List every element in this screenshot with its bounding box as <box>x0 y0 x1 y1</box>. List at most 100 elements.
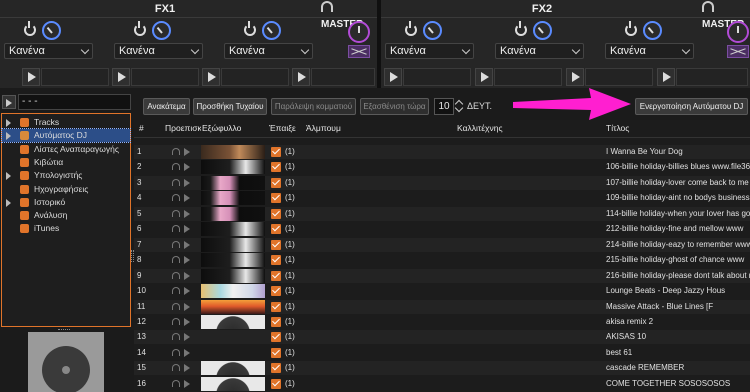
headphones-icon[interactable] <box>172 178 180 186</box>
tree-item[interactable]: Υπολογιστής <box>2 169 130 182</box>
col-header-cover[interactable]: Εξώφυλλο <box>202 123 241 133</box>
fx1-master-knob[interactable] <box>348 21 370 43</box>
enable-automix-button[interactable]: Ενεργοποίηση Αυτόματου DJ <box>635 98 748 115</box>
play-icon[interactable] <box>292 68 310 86</box>
table-row[interactable]: 16 (1) COME TOGETHER SOSOSOSOS <box>134 376 750 391</box>
play-icon[interactable] <box>184 302 190 311</box>
fx2-play-track-4[interactable] <box>676 68 748 86</box>
fx2-slot-2-knob[interactable] <box>533 21 552 40</box>
tree-item[interactable]: Αυτόματος DJ <box>1 128 131 144</box>
expand-arrow-icon[interactable] <box>6 198 11 207</box>
search-toggle-button[interactable] <box>2 95 16 109</box>
fx1-slot-2-knob[interactable] <box>152 21 171 40</box>
fx2-slot-1-knob[interactable] <box>423 21 442 40</box>
tree-item[interactable]: iTunes <box>2 222 130 235</box>
fade-seconds-input[interactable]: 10 <box>434 98 454 115</box>
played-checkbox[interactable] <box>271 363 281 374</box>
fx1-slot-2-select[interactable]: Κανένα <box>114 43 203 59</box>
col-header-artist[interactable]: Καλλιτέχνης <box>457 123 503 133</box>
play-icon[interactable] <box>184 317 190 326</box>
play-icon[interactable] <box>184 194 190 203</box>
fade-seconds-stepper[interactable] <box>454 98 464 115</box>
play-icon[interactable] <box>184 287 190 296</box>
fx1-play-track-3[interactable] <box>221 68 289 86</box>
play-icon[interactable] <box>384 68 402 86</box>
skip-track-button[interactable]: Παράλειψη κομματιού <box>271 98 356 115</box>
table-row[interactable]: 15 (1) cascade REMEMBER <box>134 361 750 376</box>
play-icon[interactable] <box>202 68 220 86</box>
add-random-button[interactable]: Προσθήκη Τυχαίου <box>193 98 267 115</box>
tree-item[interactable]: Tracks <box>2 116 130 129</box>
headphones-icon[interactable] <box>172 240 180 248</box>
fx2-master-knob[interactable] <box>727 21 749 43</box>
headphones-icon[interactable] <box>172 348 180 356</box>
fx2-master-route-icon[interactable] <box>727 45 749 58</box>
table-row[interactable]: 6 (1) 212-billie holiday-fine and mellow w… <box>134 222 750 237</box>
play-icon[interactable] <box>184 364 190 373</box>
headphones-icon[interactable] <box>172 209 180 217</box>
table-row[interactable]: 4 (1) 109-billie holiday-aint no bodys bus… <box>134 191 750 206</box>
play-icon[interactable] <box>184 256 190 265</box>
played-checkbox[interactable] <box>271 316 281 327</box>
headphones-icon[interactable] <box>172 256 180 264</box>
fx1-master-route-icon[interactable] <box>348 45 370 58</box>
table-row[interactable]: 2 (1) 106-billie holiday-billies blues www… <box>134 160 750 175</box>
power-icon[interactable] <box>515 21 527 36</box>
tree-item[interactable]: Ανάλυση <box>2 209 130 222</box>
table-row[interactable]: 9 (1) 216-billie holiday-please dont talk … <box>134 268 750 283</box>
headphones-icon[interactable] <box>172 302 180 310</box>
played-checkbox[interactable] <box>271 332 281 343</box>
played-checkbox[interactable] <box>271 193 281 204</box>
tree-item[interactable]: Κιβώτια <box>2 156 130 169</box>
headphones-icon[interactable] <box>172 287 180 295</box>
fx2-slot-1-select[interactable]: Κανένα <box>385 43 474 59</box>
table-row[interactable]: 12 (1) akisa remix 2 <box>134 314 750 329</box>
col-header-preview[interactable]: Προεπισκόπηση <box>165 123 201 133</box>
fx1-play-track-4[interactable] <box>311 68 375 86</box>
played-checkbox[interactable] <box>271 239 281 250</box>
power-icon[interactable] <box>24 21 36 36</box>
play-icon[interactable] <box>184 240 190 249</box>
headphones-icon[interactable] <box>172 333 180 341</box>
expand-arrow-icon[interactable] <box>6 132 11 141</box>
headphones-icon[interactable] <box>172 379 180 387</box>
played-checkbox[interactable] <box>271 177 281 188</box>
fx2-slot-3-select[interactable]: Κανένα <box>605 43 694 59</box>
fx2-slot-3-knob[interactable] <box>643 21 662 40</box>
expand-arrow-icon[interactable] <box>6 172 11 181</box>
tree-item[interactable]: Ηχογραφήσεις <box>2 183 130 196</box>
fx1-slot-3-select[interactable]: Κανένα <box>224 43 313 59</box>
table-row[interactable]: 1 (1) I Wanna Be Your Dog <box>134 145 750 159</box>
tree-item[interactable]: Ιστορικό <box>2 196 130 209</box>
power-icon[interactable] <box>244 21 256 36</box>
power-icon[interactable] <box>625 21 637 36</box>
headphones-icon[interactable] <box>172 194 180 202</box>
played-checkbox[interactable] <box>271 286 281 297</box>
played-checkbox[interactable] <box>271 147 281 157</box>
col-header-title[interactable]: Τίτλος <box>606 123 629 133</box>
fx1-play-track-2[interactable] <box>131 68 199 86</box>
headphones-icon[interactable] <box>172 163 180 171</box>
fx2-slot-2-select[interactable]: Κανένα <box>495 43 584 59</box>
play-icon[interactable] <box>184 163 190 172</box>
played-checkbox[interactable] <box>271 347 281 358</box>
played-checkbox[interactable] <box>271 378 281 389</box>
headphones-icon[interactable] <box>172 364 180 372</box>
play-icon[interactable] <box>184 209 190 218</box>
play-icon[interactable] <box>657 68 675 86</box>
play-icon[interactable] <box>184 148 190 156</box>
play-icon[interactable] <box>475 68 493 86</box>
horizontal-splitter-handle[interactable] <box>58 329 70 331</box>
played-checkbox[interactable] <box>271 208 281 219</box>
play-icon[interactable] <box>184 178 190 187</box>
play-icon[interactable] <box>112 68 130 86</box>
play-icon[interactable] <box>22 68 40 86</box>
table-row[interactable]: 3 (1) 107-billie holiday-lover come back t… <box>134 175 750 190</box>
headphones-icon[interactable] <box>172 225 180 233</box>
played-checkbox[interactable] <box>271 301 281 312</box>
played-checkbox[interactable] <box>271 224 281 235</box>
table-row[interactable]: 13 (1) AKISAS 10 <box>134 330 750 345</box>
table-row[interactable]: 10 (1) Lounge Beats - Deep Jazzy Hous <box>134 284 750 299</box>
fx1-master-label[interactable]: MASTER <box>321 1 377 30</box>
search-input[interactable]: - - - <box>18 94 131 110</box>
